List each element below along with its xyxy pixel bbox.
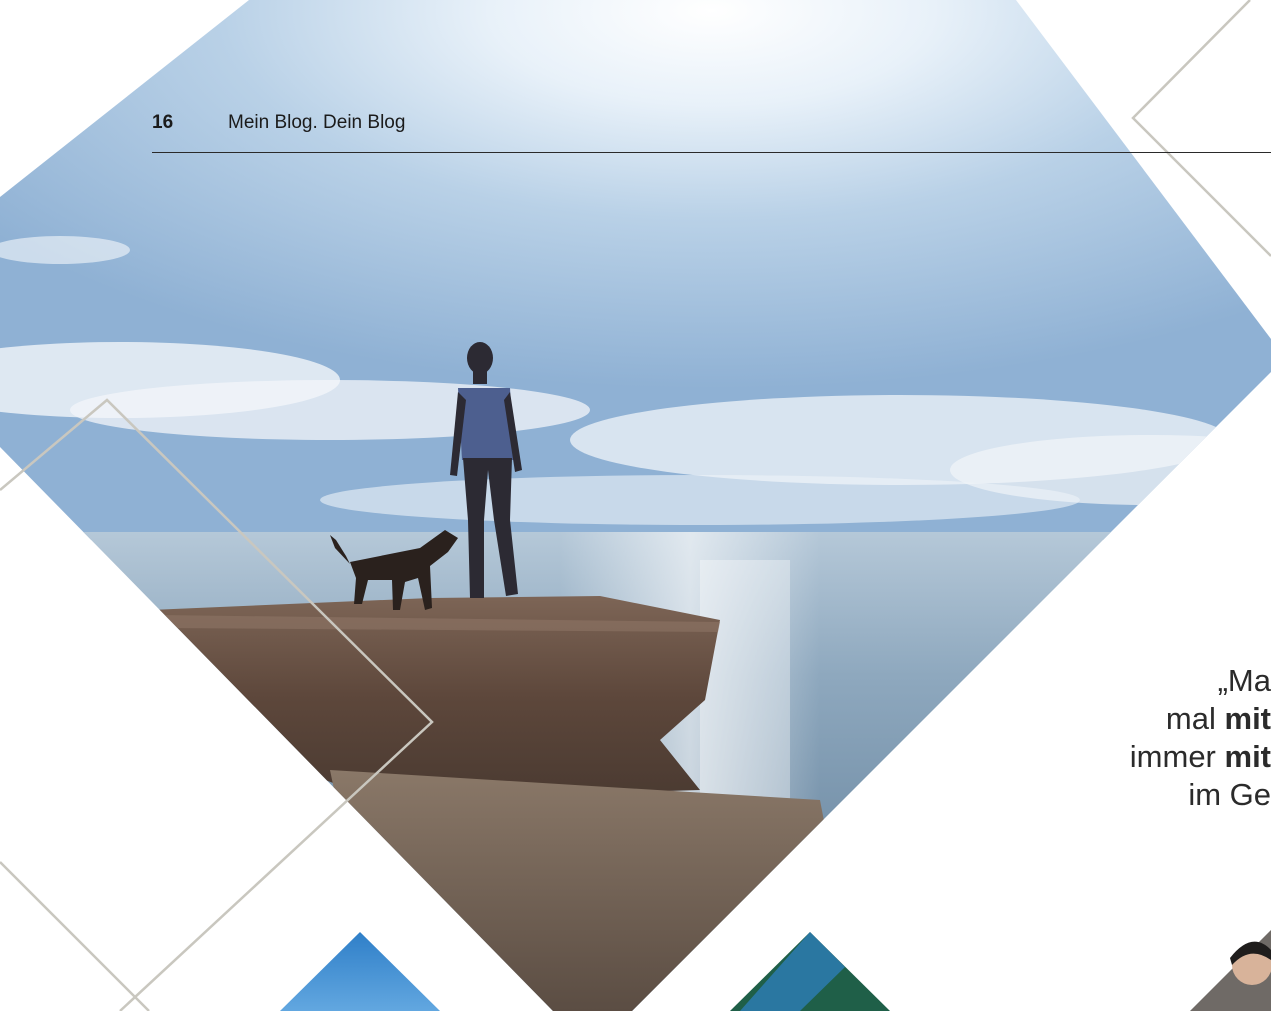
section-title: Mein Blog. Dein Blog — [228, 112, 406, 133]
quote-line-3-text: immer — [1129, 739, 1225, 774]
quote-line-2-bold: mit — [1224, 701, 1271, 736]
quote-line-3: immer mit — [1130, 738, 1271, 776]
quote-line-4: im Ge — [1188, 777, 1271, 812]
magazine-page: 16 Mein Blog. Dein Blog „Ma mal mit imme… — [0, 0, 1271, 1011]
quote-line-2-text: mal — [1165, 701, 1225, 736]
thumbnail-left — [280, 932, 440, 1011]
page-number: 16 — [152, 112, 174, 133]
quote-line-3-bold: mit — [1224, 739, 1271, 774]
quote-line-1: „Ma — [1217, 663, 1271, 698]
quote-line-2: mal mit — [1166, 700, 1271, 738]
header-divider — [152, 152, 1271, 153]
page-header: 16 Mein Blog. Dein Blog — [152, 112, 1271, 152]
